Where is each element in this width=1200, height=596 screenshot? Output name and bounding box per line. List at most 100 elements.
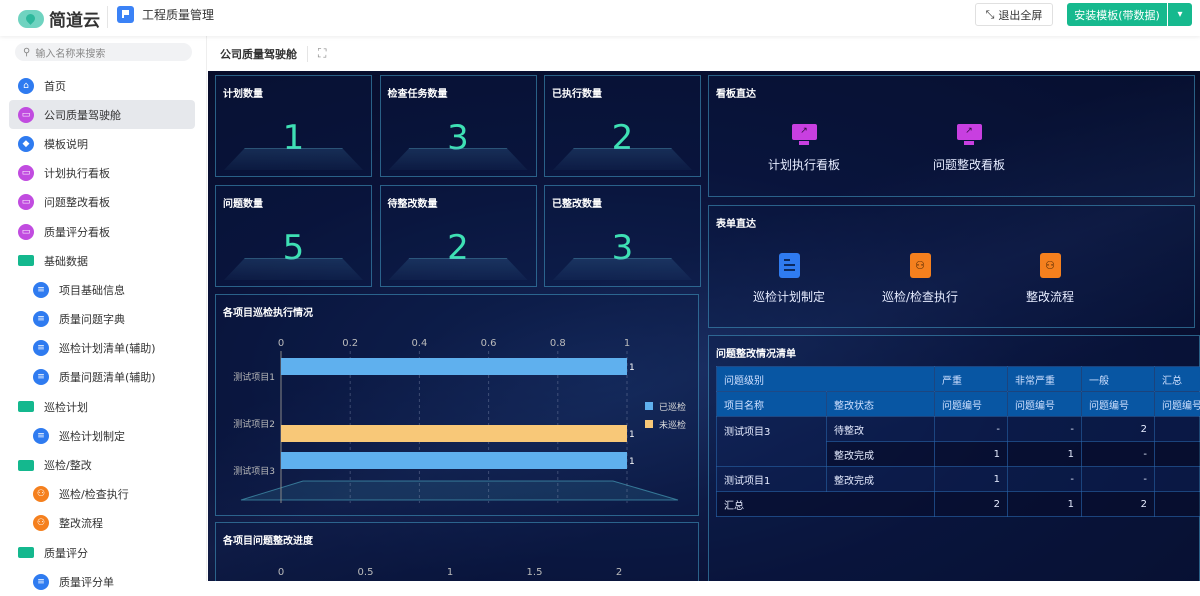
x-tick-label: 0.5: [358, 567, 374, 578]
folder-icon: [18, 460, 34, 471]
table-cell: -: [1082, 442, 1155, 467]
issue-table: 问题级别严重非常严重一般汇总项目名称整改状态问题编号问题编号问题编号问题编号测试…: [716, 366, 1200, 517]
sidebar-item[interactable]: ⚇整改流程: [9, 509, 195, 538]
sidebar-item[interactable]: 巡检/整改: [9, 450, 195, 479]
column-group-header: 严重: [935, 367, 1008, 392]
column-header: 项目名称: [717, 392, 827, 417]
x-tick-label: 0.6: [481, 338, 497, 349]
legend-label[interactable]: 未巡检: [659, 419, 686, 431]
install-template-button[interactable]: 安装模板(带数据): [1067, 3, 1167, 26]
sidebar-item[interactable]: ≡ 质量问题清单(辅助): [9, 363, 195, 392]
bar-已巡检[interactable]: [281, 452, 627, 469]
sidebar-item-label: 质量评分看板: [44, 224, 110, 240]
bar-未巡检[interactable]: [281, 425, 627, 442]
dashboard-icon: ▭: [18, 107, 34, 123]
column-header: 问题编号: [1155, 392, 1200, 417]
sidebar-item[interactable]: ▭ 公司质量驾驶舱: [9, 100, 195, 129]
column-header: 问题编号: [1008, 392, 1082, 417]
sidebar-item[interactable]: ⚇巡检/检查执行: [9, 480, 195, 509]
folder-icon: [18, 401, 34, 412]
folder-icon: [18, 255, 34, 266]
y-category-label: 测试项目2: [233, 418, 275, 430]
table-cell: 1: [935, 467, 1008, 492]
bar-已巡检[interactable]: [281, 358, 627, 375]
sidebar-item-label: 公司质量驾驶舱: [44, 107, 121, 123]
sidebar-item[interactable]: ▭计划执行看板: [9, 159, 195, 188]
app-title[interactable]: 工程质量管理: [117, 6, 214, 23]
form-icon: ≡: [33, 428, 49, 444]
sidebar-item[interactable]: ▭ 质量评分看板: [9, 217, 195, 246]
sidebar-item-label: 项目基础信息: [59, 282, 125, 298]
page-title: 公司质量驾驶舱: [220, 46, 308, 62]
table-cell: 测试项目3: [717, 417, 827, 467]
sidebar-item[interactable]: ≡质量问题字典: [9, 305, 195, 334]
column-header: 整改状态: [827, 392, 935, 417]
table-row: 测试项目1整改完成1--: [717, 467, 1200, 492]
sidebar-item-label: 整改流程: [59, 515, 103, 531]
chart-floor-decoration: [241, 481, 678, 500]
sidebar-item[interactable]: ⌂首页: [9, 71, 195, 100]
search-input[interactable]: ⚲输入名称来搜索: [15, 43, 192, 61]
table-cell: 整改完成: [827, 467, 935, 492]
x-tick-label: 0.4: [411, 338, 427, 349]
x-tick-label: 0: [278, 567, 284, 578]
sidebar-item[interactable]: ▭问题整改看板: [9, 188, 195, 217]
sidebar-item[interactable]: ≡质量评分单: [9, 567, 195, 596]
exit-fullscreen-label: 退出全屏: [998, 7, 1042, 23]
cloud-logo-icon: [18, 10, 44, 28]
table-cell: 汇总: [717, 492, 935, 517]
table-row: 测试项目3待整改--2: [717, 417, 1200, 442]
table-cell: [1155, 467, 1200, 492]
table-cell: 2: [1082, 417, 1155, 442]
column-group-header: 一般: [1082, 367, 1155, 392]
table-header-row: 项目名称整改状态问题编号问题编号问题编号问题编号: [717, 392, 1200, 417]
dashboard-icon: ▭: [18, 224, 34, 240]
sidebar-item[interactable]: ◆模板说明: [9, 129, 195, 158]
column-group-header: 汇总: [1155, 367, 1200, 392]
sidebar-item[interactable]: 质量评分: [9, 538, 195, 567]
legend-label[interactable]: 已巡检: [659, 401, 686, 413]
sidebar-nav: ⌂首页▭公司质量驾驶舱◆模板说明▭计划执行看板▭问题整改看板▭质量评分看板基础数…: [0, 71, 207, 596]
install-dropdown-button[interactable]: ▾: [1168, 3, 1192, 26]
table-cell: 2: [935, 492, 1008, 517]
form-icon: ≡: [33, 340, 49, 356]
chevron-down-icon: ▾: [1177, 9, 1182, 20]
table-cell: -: [1008, 467, 1082, 492]
sidebar-item[interactable]: ≡ 巡检计划制定: [9, 421, 195, 450]
table-cell: -: [935, 417, 1008, 442]
table-cell: 1: [1008, 442, 1082, 467]
x-tick-label: 0: [278, 338, 284, 349]
x-tick-label: 2: [616, 567, 622, 578]
table-cell: 测试项目1: [717, 467, 827, 492]
table-cell: 2: [1082, 492, 1155, 517]
column-header: 问题编号: [1082, 392, 1155, 417]
sidebar-item-label: 质量问题字典: [59, 311, 125, 327]
sidebar-item-label: 巡检计划清单(辅助): [59, 340, 156, 356]
sidebar-item-label: 巡检计划制定: [59, 428, 125, 444]
table-cell: [1155, 442, 1200, 467]
content-header: 公司质量驾驶舱 ⛶: [208, 36, 1200, 71]
table-cell: 1: [1008, 492, 1082, 517]
sidebar-item-label: 问题整改看板: [44, 194, 110, 210]
sidebar-item[interactable]: ≡ 巡检计划清单(辅助): [9, 334, 195, 363]
exit-fullscreen-button[interactable]: ⤡退出全屏: [975, 3, 1053, 26]
x-tick-label: 1: [447, 567, 453, 578]
brand-logo[interactable]: 简道云: [18, 6, 100, 31]
flow-form-icon: ≡: [33, 369, 49, 385]
fullscreen-icon[interactable]: ⛶: [318, 46, 326, 61]
sidebar-item[interactable]: ≡项目基础信息: [9, 275, 195, 304]
table-cell: 整改完成: [827, 442, 935, 467]
bar-data-label: 1: [629, 363, 635, 373]
table-cell: 待整改: [827, 417, 935, 442]
sidebar-item-label: 质量问题清单(辅助): [59, 369, 156, 385]
table-header-row: 问题级别严重非常严重一般汇总: [717, 367, 1200, 392]
sidebar-item-label: 基础数据: [44, 253, 88, 269]
home-icon: ⌂: [18, 78, 34, 94]
sidebar-item[interactable]: 巡检计划: [9, 392, 195, 421]
sidebar-item[interactable]: 基础数据: [9, 246, 195, 275]
dashboard-icon: ▭: [18, 165, 34, 181]
legend-swatch: [645, 402, 653, 410]
sidebar-item-label: 巡检计划: [44, 399, 88, 415]
legend-swatch: [645, 420, 653, 428]
search-placeholder: 输入名称来搜索: [35, 45, 105, 60]
